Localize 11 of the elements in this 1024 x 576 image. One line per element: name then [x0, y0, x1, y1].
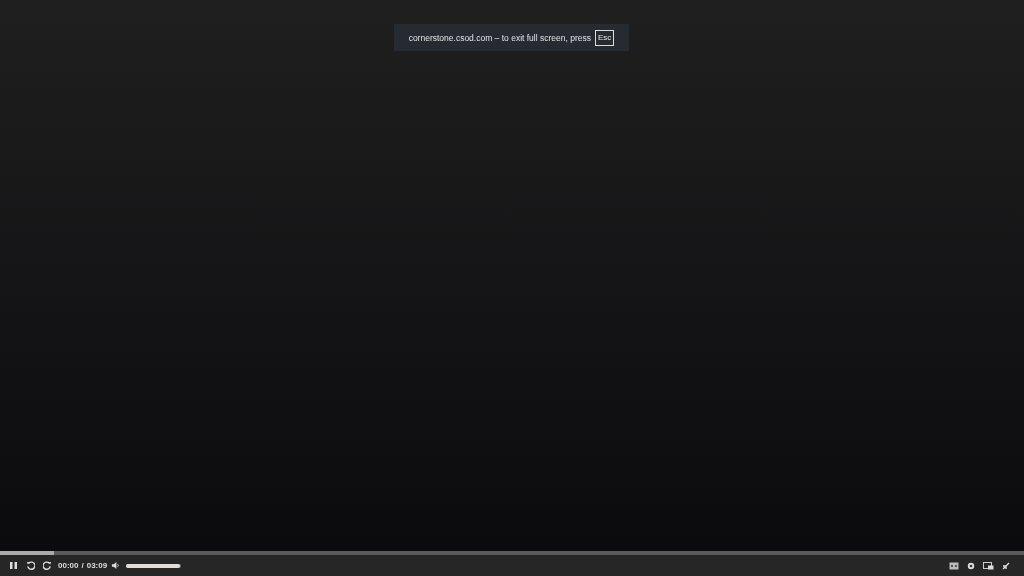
notice-text: cornerstone.csod.com – to exit full screen, press [408, 32, 591, 43]
current-time: 00:00 [58, 561, 79, 570]
forward-icon[interactable] [41, 559, 54, 572]
picture-in-picture-icon[interactable] [981, 559, 996, 572]
duration: 03:09 [86, 561, 108, 570]
rewind-icon[interactable] [24, 559, 37, 572]
progress-track[interactable] [0, 551, 1024, 555]
time-separator: / [81, 561, 84, 570]
esc-key: Esc [595, 29, 615, 46]
pause-button[interactable] [7, 559, 20, 572]
pause-icon [9, 561, 18, 570]
